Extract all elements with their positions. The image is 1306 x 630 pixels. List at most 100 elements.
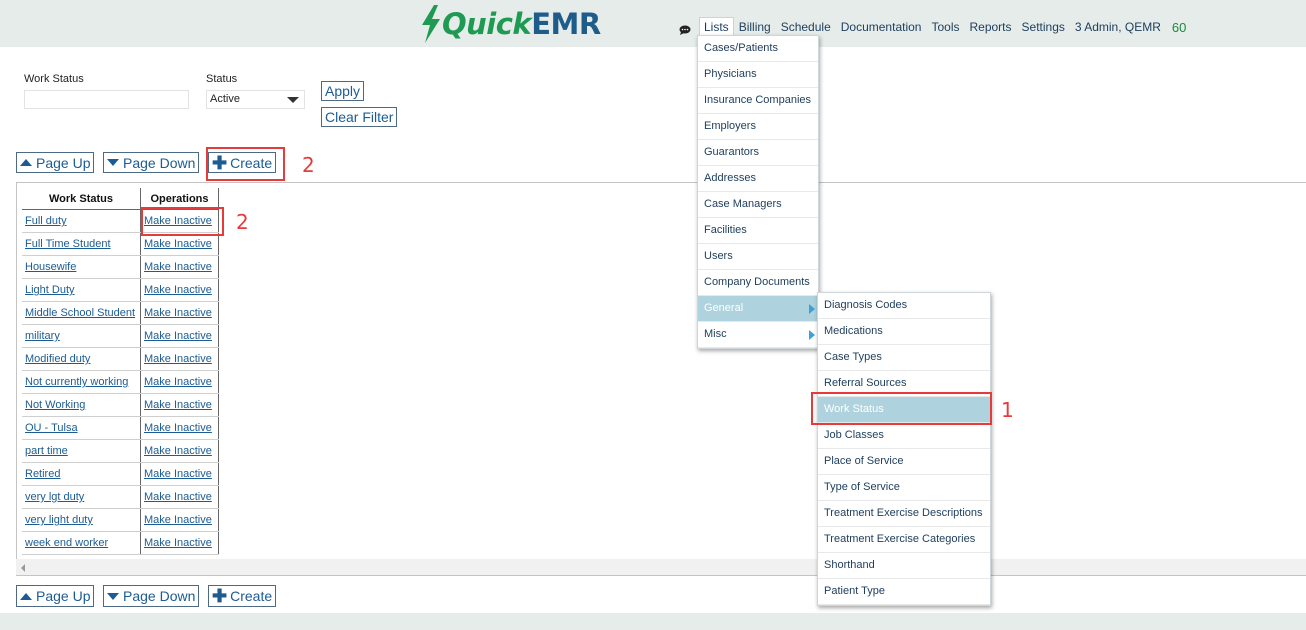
plus-icon: ✚ — [212, 586, 228, 606]
make-inactive-link[interactable]: Make Inactive — [144, 376, 212, 388]
scroll-left-arrow-icon[interactable] — [21, 564, 25, 572]
menu-item-label: Referral Sources — [824, 377, 907, 389]
make-inactive-link[interactable]: Make Inactive — [144, 514, 212, 526]
menu-item-label: Insurance Companies — [704, 94, 812, 106]
make-inactive-link[interactable]: Make Inactive — [144, 261, 212, 273]
table-row: Light Duty Make Inactive — [22, 278, 219, 302]
page-up-button-top[interactable]: Page Up — [16, 152, 95, 173]
work-status-link[interactable]: very light duty — [25, 514, 93, 526]
nav-schedule[interactable]: Schedule — [776, 17, 836, 37]
logo-text-emr: EMR — [531, 7, 601, 41]
make-inactive-link[interactable]: Make Inactive — [144, 284, 212, 296]
make-inactive-link[interactable]: Make Inactive — [144, 422, 212, 434]
lists-menu-item-cases-patients[interactable]: Cases/Patients — [698, 36, 818, 62]
lists-menu-item-misc[interactable]: Misc — [698, 322, 818, 348]
quickemr-logo: Quick EMR — [420, 4, 601, 44]
lightning-bolt-icon — [422, 5, 440, 43]
general-menu-item-job-classes[interactable]: Job Classes — [818, 423, 990, 449]
make-inactive-link[interactable]: Make Inactive — [144, 353, 212, 365]
page-down-label: Page Down — [123, 588, 196, 604]
work-status-cell: Not currently working — [22, 370, 141, 394]
work-status-cell: very light duty — [22, 508, 141, 532]
nav-documentation[interactable]: Documentation — [836, 17, 927, 37]
clear-filter-label: Clear Filter — [325, 109, 394, 125]
status-select[interactable]: Active — [206, 90, 305, 109]
session-counter: 60 — [1171, 19, 1187, 35]
nav-tools[interactable]: Tools — [926, 17, 964, 37]
general-menu-item-patient-type[interactable]: Patient Type — [818, 579, 990, 605]
lists-menu-item-facilities[interactable]: Facilities — [698, 218, 818, 244]
make-inactive-link[interactable]: Make Inactive — [144, 399, 212, 411]
general-menu-item-treatment-exercise-descriptions[interactable]: Treatment Exercise Descriptions — [818, 501, 990, 527]
column-header-work-status[interactable]: Work Status — [22, 188, 141, 210]
lists-menu-item-guarantors[interactable]: Guarantors — [698, 140, 818, 166]
work-status-link[interactable]: week end worker — [25, 537, 108, 549]
chevron-right-icon — [809, 330, 815, 340]
general-menu-item-case-types[interactable]: Case Types — [818, 345, 990, 371]
work-status-link[interactable]: very lgt duty — [25, 491, 84, 503]
lists-menu-item-general[interactable]: General — [698, 296, 818, 322]
horizontal-scrollbar[interactable] — [16, 559, 1306, 575]
menu-item-label: Medications — [824, 325, 883, 337]
lists-menu-item-addresses[interactable]: Addresses — [698, 166, 818, 192]
work-status-link[interactable]: Modified duty — [25, 353, 90, 365]
work-status-link[interactable]: Middle School Student — [25, 307, 135, 319]
work-status-cell: military — [22, 324, 141, 348]
make-inactive-link[interactable]: Make Inactive — [144, 468, 212, 480]
make-inactive-link[interactable]: Make Inactive — [144, 445, 212, 457]
lists-menu-item-insurance-companies[interactable]: Insurance Companies — [698, 88, 818, 114]
operations-cell: Make Inactive — [140, 393, 219, 417]
work-status-link[interactable]: military — [25, 330, 60, 342]
general-menu-item-type-of-service[interactable]: Type of Service — [818, 475, 990, 501]
lists-menu-item-company-documents[interactable]: Company Documents — [698, 270, 818, 296]
chevron-down-icon — [287, 97, 299, 103]
lists-menu-item-physicians[interactable]: Physicians — [698, 62, 818, 88]
create-button-bottom[interactable]: ✚ Create — [208, 585, 277, 607]
work-status-filter-input[interactable] — [24, 90, 189, 109]
work-status-link[interactable]: Not currently working — [25, 376, 128, 388]
lists-menu-item-case-managers[interactable]: Case Managers — [698, 192, 818, 218]
work-status-link[interactable]: OU - Tulsa — [25, 422, 78, 434]
work-status-link[interactable]: part time — [25, 445, 68, 457]
annotation-number-create: 2 — [302, 153, 315, 177]
table-row: very lgt duty Make Inactive — [22, 485, 219, 509]
make-inactive-link[interactable]: Make Inactive — [144, 330, 212, 342]
general-menu-item-shorthand[interactable]: Shorthand — [818, 553, 990, 579]
work-status-link[interactable]: Full Time Student — [25, 238, 111, 250]
work-status-cell: Housewife — [22, 255, 141, 279]
make-inactive-link[interactable]: Make Inactive — [144, 537, 212, 549]
make-inactive-link[interactable]: Make Inactive — [144, 491, 212, 503]
menu-item-label: Diagnosis Codes — [824, 299, 908, 311]
general-menu-item-treatment-exercise-categories[interactable]: Treatment Exercise Categories — [818, 527, 990, 553]
nav-user-account[interactable]: 3 Admin, QEMR — [1070, 17, 1166, 37]
page-down-button-top[interactable]: Page Down — [103, 152, 200, 173]
operations-cell: Make Inactive — [140, 324, 219, 348]
speech-bubble-icon[interactable] — [679, 25, 691, 35]
lists-menu-item-users[interactable]: Users — [698, 244, 818, 270]
clear-filter-button[interactable]: Clear Filter — [321, 107, 398, 127]
work-status-link[interactable]: Not Working — [25, 399, 85, 411]
nav-lists[interactable]: Lists — [699, 17, 734, 37]
operations-cell: Make Inactive — [140, 462, 219, 486]
nav-billing[interactable]: Billing — [734, 17, 776, 37]
main-nav: Lists Billing Schedule Documentation Too… — [699, 17, 1186, 37]
work-status-link[interactable]: Retired — [25, 468, 60, 480]
lists-menu-item-employers[interactable]: Employers — [698, 114, 818, 140]
work-status-cell: OU - Tulsa — [22, 416, 141, 440]
general-menu-item-medications[interactable]: Medications — [818, 319, 990, 345]
page-down-button-bottom[interactable]: Page Down — [103, 585, 200, 607]
general-menu-item-diagnosis-codes[interactable]: Diagnosis Codes — [818, 293, 990, 319]
make-inactive-link[interactable]: Make Inactive — [144, 307, 212, 319]
table-row: Modified duty Make Inactive — [22, 347, 219, 371]
general-menu-item-place-of-service[interactable]: Place of Service — [818, 449, 990, 475]
work-status-link[interactable]: Housewife — [25, 261, 76, 273]
page-up-button-bottom[interactable]: Page Up — [16, 585, 95, 607]
make-inactive-link[interactable]: Make Inactive — [144, 238, 212, 250]
work-status-link[interactable]: Light Duty — [25, 284, 75, 296]
work-status-link[interactable]: Full duty — [25, 215, 67, 227]
nav-settings[interactable]: Settings — [1017, 17, 1070, 37]
nav-reports[interactable]: Reports — [964, 17, 1016, 37]
table-row: Not Working Make Inactive — [22, 393, 219, 417]
apply-button[interactable]: Apply — [321, 81, 365, 101]
menu-item-label: Treatment Exercise Descriptions — [824, 507, 983, 519]
